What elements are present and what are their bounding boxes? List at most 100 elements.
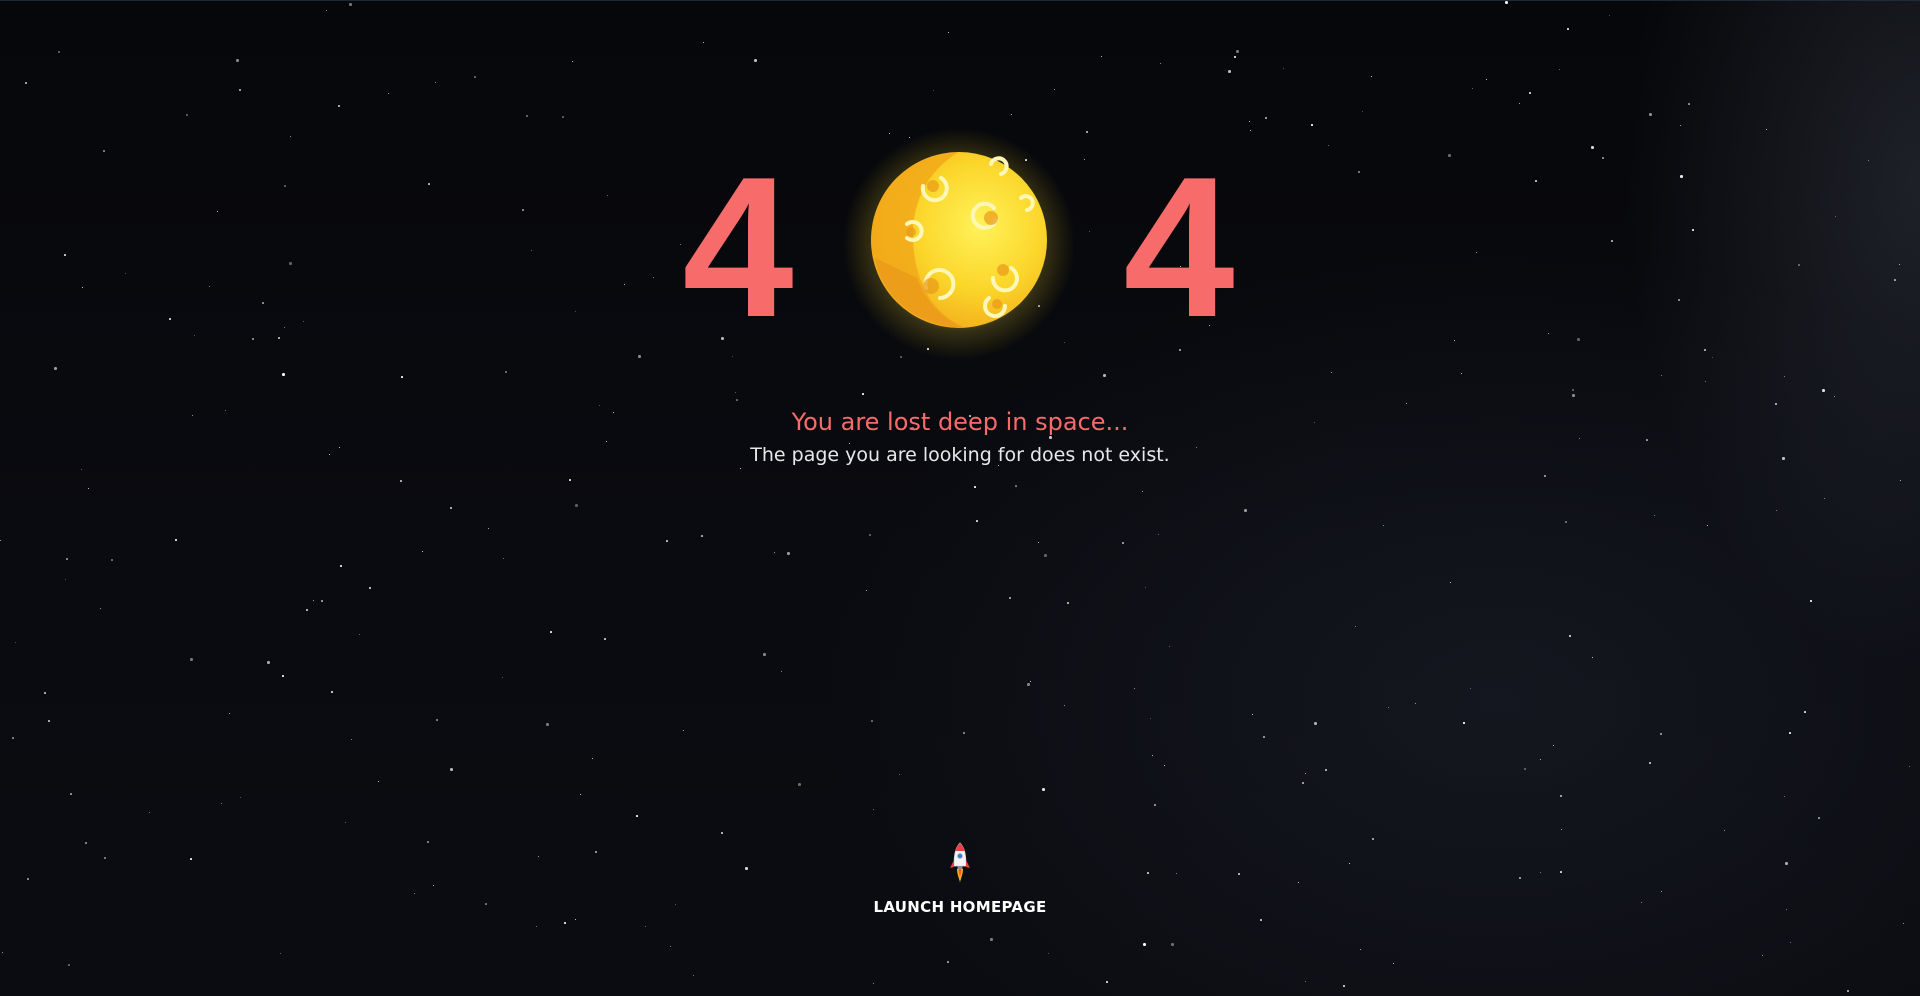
star bbox=[1789, 732, 1791, 734]
star bbox=[100, 608, 101, 609]
star bbox=[280, 953, 281, 954]
star bbox=[1784, 376, 1785, 377]
star bbox=[1540, 759, 1541, 760]
star bbox=[321, 600, 323, 602]
star bbox=[1265, 117, 1267, 119]
star bbox=[1775, 403, 1777, 405]
star bbox=[580, 794, 581, 795]
star bbox=[736, 399, 738, 401]
error-subtitle: The page you are looking for does not ex… bbox=[750, 444, 1170, 466]
star bbox=[1560, 795, 1562, 797]
star bbox=[575, 311, 576, 312]
star bbox=[1030, 681, 1031, 682]
star bbox=[1122, 542, 1124, 544]
star bbox=[933, 90, 934, 91]
star bbox=[1015, 485, 1017, 487]
star bbox=[428, 183, 430, 185]
star bbox=[1142, 491, 1143, 492]
star bbox=[369, 587, 371, 589]
star bbox=[378, 781, 379, 782]
star bbox=[12, 737, 14, 739]
star bbox=[25, 82, 27, 84]
star bbox=[1688, 103, 1690, 105]
launch-homepage-button[interactable]: LAUNCH HOMEPAGE bbox=[860, 838, 1060, 918]
star bbox=[331, 691, 333, 693]
star bbox=[550, 631, 552, 633]
star bbox=[70, 793, 72, 795]
star bbox=[1894, 279, 1896, 281]
star bbox=[948, 32, 949, 33]
star bbox=[1454, 340, 1455, 341]
star bbox=[721, 832, 723, 834]
star bbox=[240, 797, 241, 798]
star bbox=[873, 809, 874, 810]
star bbox=[488, 528, 489, 529]
star bbox=[624, 284, 625, 285]
star bbox=[1054, 89, 1055, 90]
star bbox=[1302, 782, 1304, 784]
star bbox=[44, 692, 46, 694]
star bbox=[1569, 635, 1571, 637]
star bbox=[1228, 70, 1231, 73]
star bbox=[450, 768, 453, 771]
star bbox=[1145, 587, 1146, 588]
star bbox=[1602, 157, 1604, 159]
star bbox=[575, 919, 576, 920]
star bbox=[1470, 688, 1471, 689]
star bbox=[1560, 871, 1562, 873]
star bbox=[976, 520, 978, 522]
star bbox=[0, 540, 1, 541]
star bbox=[503, 558, 504, 559]
star bbox=[1084, 159, 1085, 160]
star bbox=[349, 3, 352, 6]
star bbox=[1661, 375, 1662, 376]
star bbox=[1360, 949, 1361, 950]
star bbox=[236, 59, 239, 62]
star bbox=[485, 903, 487, 905]
star bbox=[303, 321, 304, 322]
star bbox=[103, 150, 105, 152]
star bbox=[1415, 703, 1416, 704]
star bbox=[735, 392, 736, 393]
star bbox=[1707, 525, 1708, 526]
star bbox=[1724, 830, 1725, 831]
star bbox=[388, 93, 389, 94]
star bbox=[1314, 722, 1317, 725]
star bbox=[564, 922, 566, 924]
star bbox=[1252, 714, 1253, 715]
top-border bbox=[0, 0, 1920, 1]
star bbox=[436, 719, 438, 721]
star bbox=[1011, 114, 1012, 115]
star bbox=[653, 277, 654, 278]
star bbox=[1818, 817, 1820, 819]
star bbox=[345, 822, 346, 823]
star bbox=[1064, 705, 1065, 706]
star bbox=[66, 558, 68, 560]
star bbox=[1660, 733, 1662, 735]
star bbox=[1579, 438, 1580, 439]
star bbox=[1649, 113, 1652, 116]
star bbox=[1804, 711, 1806, 713]
star bbox=[1654, 515, 1655, 516]
star bbox=[313, 600, 314, 601]
star bbox=[526, 115, 528, 117]
star bbox=[745, 867, 748, 870]
star bbox=[1236, 50, 1239, 53]
star bbox=[1158, 534, 1159, 535]
star bbox=[125, 273, 126, 274]
star bbox=[1450, 582, 1451, 583]
star bbox=[866, 590, 867, 591]
star bbox=[1325, 769, 1327, 771]
star bbox=[1371, 76, 1372, 77]
star bbox=[1472, 88, 1473, 89]
star bbox=[1784, 796, 1785, 797]
star bbox=[502, 677, 503, 678]
star bbox=[1776, 510, 1777, 511]
star bbox=[1101, 56, 1102, 57]
star bbox=[190, 858, 192, 860]
star bbox=[1762, 955, 1763, 956]
star bbox=[427, 841, 429, 843]
star bbox=[1154, 804, 1156, 806]
star bbox=[1238, 873, 1240, 875]
star bbox=[209, 286, 210, 287]
